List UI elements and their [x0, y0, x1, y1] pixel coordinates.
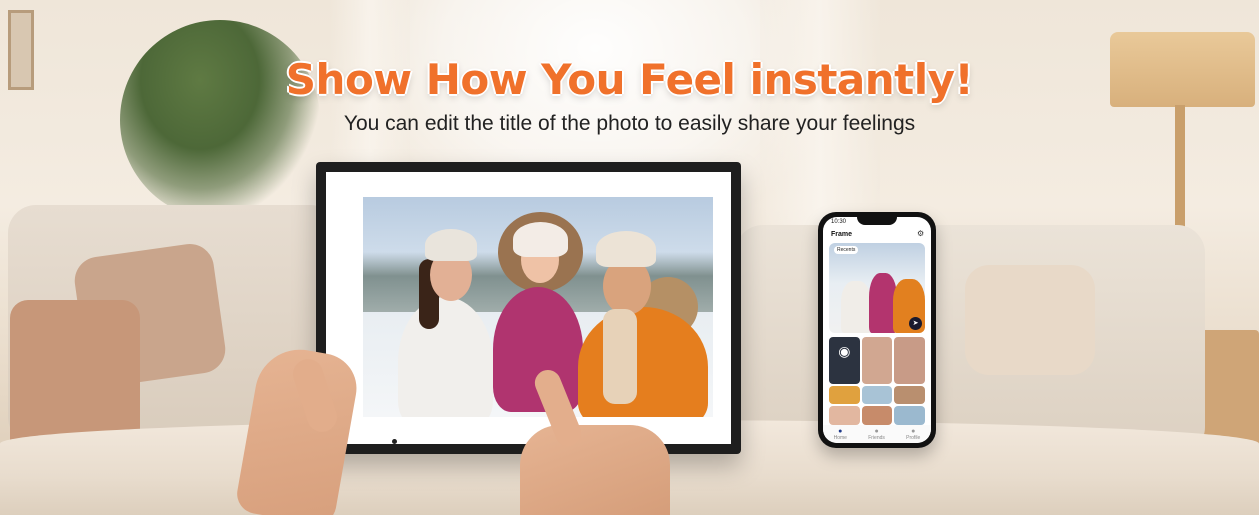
photo-thumbnail[interactable] — [861, 406, 893, 425]
person-hat — [596, 231, 656, 267]
phone-screen: 10:30 Frame ⚙ Recents ➤ ◉ ● Home ● Frien… — [823, 217, 931, 443]
tab-profile[interactable]: ● Profile — [906, 428, 920, 441]
tab-label: Friends — [868, 434, 885, 441]
scarf — [603, 309, 637, 404]
tab-home[interactable]: ● Home — [834, 428, 847, 441]
person-hat — [425, 229, 477, 261]
person-coat — [578, 307, 708, 417]
digital-photo-frame — [316, 162, 741, 454]
phone-notch — [857, 217, 897, 225]
home-icon: ● — [838, 427, 843, 435]
tab-label: Profile — [906, 434, 921, 441]
tab-friends[interactable]: ● Friends — [868, 428, 885, 441]
cushion — [965, 265, 1095, 375]
power-dot-icon — [392, 439, 397, 444]
send-icon[interactable]: ➤ — [909, 317, 922, 330]
status-time: 10:30 — [831, 219, 847, 225]
photo-thumbnail[interactable] — [829, 406, 860, 425]
person — [841, 281, 871, 333]
photo-thumbnail[interactable] — [894, 406, 925, 425]
product-banner: Show How You Feel instantly! You can edi… — [0, 0, 1259, 515]
friends-icon: ● — [874, 427, 879, 435]
person-coat — [398, 297, 493, 417]
photo-thumbnail[interactable] — [894, 385, 925, 405]
photo-grid: ◉ — [829, 337, 925, 425]
frame-mat — [326, 172, 731, 444]
camera-icon[interactable]: ◉ — [829, 337, 860, 384]
featured-photo[interactable]: Recents ➤ — [829, 243, 925, 333]
profile-icon: ● — [911, 427, 916, 435]
photo-thumbnail[interactable] — [861, 337, 893, 384]
headline: Show How You Feel instantly! — [285, 55, 974, 104]
right-hand — [520, 425, 670, 515]
app-title: Frame — [831, 231, 853, 238]
smartphone: 10:30 Frame ⚙ Recents ➤ ◉ ● Home ● Frien… — [818, 212, 936, 448]
tab-label: Home — [833, 434, 847, 441]
photo-thumbnail[interactable] — [894, 337, 925, 384]
gear-icon[interactable]: ⚙ — [917, 229, 924, 238]
album-filter-dropdown[interactable]: Recents — [834, 246, 859, 254]
photo-thumbnail[interactable] — [861, 385, 893, 405]
tab-bar: ● Home ● Friends ● Profile — [823, 425, 931, 443]
child-hat — [513, 222, 568, 257]
photo-thumbnail[interactable] — [829, 385, 860, 405]
subheadline: You can edit the title of the photo to e… — [343, 112, 916, 135]
